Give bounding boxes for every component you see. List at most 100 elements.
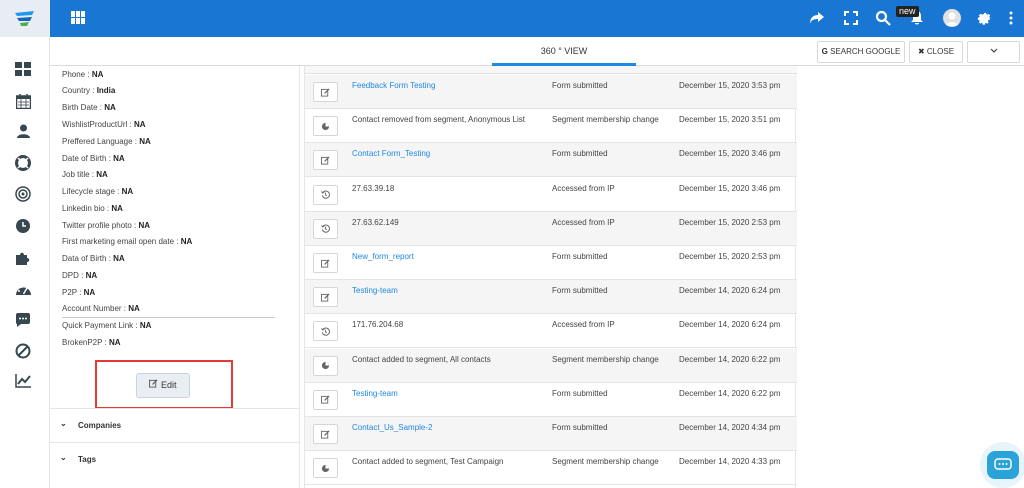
- gear-icon[interactable]: [975, 9, 993, 27]
- new-badge: new: [896, 6, 919, 17]
- activity-row: New_form_report Form submitted December 15…: [305, 246, 797, 280]
- activity-link[interactable]: Feedback Form Testing: [352, 81, 435, 90]
- activity-type: Form submitted: [552, 252, 608, 261]
- chat-icon[interactable]: [14, 311, 32, 329]
- tags-accordion[interactable]: ⌄ Tags: [50, 442, 300, 476]
- avatar[interactable]: [943, 9, 961, 27]
- list-top-edge: [305, 66, 797, 74]
- activity-date: December 15, 2020 2:53 pm: [679, 217, 781, 227]
- activity-row: Contact added to segment, All contacts Se…: [305, 348, 797, 383]
- activity-description: 171.76.204.68: [352, 320, 404, 330]
- activity-type: Segment membership change: [552, 354, 659, 364]
- companies-label: Companies: [78, 421, 122, 430]
- history-icon: [313, 218, 338, 239]
- tags-label: Tags: [78, 455, 97, 464]
- field-data-of-birth: Data of Birth : NA: [62, 254, 125, 263]
- edit-icon: [313, 82, 338, 102]
- activity-type: Form submitted: [552, 81, 608, 90]
- google-icon: G: [821, 47, 828, 56]
- history-icon: [313, 184, 338, 205]
- puzzle-icon[interactable]: [14, 249, 32, 267]
- activity-row: Contact added to segment, Test Campaign S…: [305, 451, 797, 486]
- target-icon[interactable]: [14, 185, 32, 203]
- activity-type: Form submitted: [552, 388, 608, 398]
- clock-icon[interactable]: [14, 217, 32, 235]
- top-bar: new: [0, 0, 1024, 37]
- edit-icon: [313, 150, 338, 171]
- activity-type: Segment membership change: [552, 457, 659, 467]
- activity-date: December 14, 2020 4:33 pm: [679, 457, 781, 467]
- history-icon: [313, 321, 338, 342]
- fullscreen-icon[interactable]: [842, 9, 860, 27]
- field-account-number: Account Number : NA: [62, 304, 140, 313]
- calendar-icon[interactable]: [14, 92, 32, 110]
- activity-link[interactable]: Contact_Us_Sample-2: [352, 423, 432, 432]
- expand-dropdown-button[interactable]: [967, 41, 1020, 63]
- activity-row: Contact removed from segment, Anonymous …: [305, 109, 797, 144]
- block-icon[interactable]: [14, 342, 32, 360]
- activity-date: December 15, 2020 3:53 pm: [679, 81, 781, 90]
- edit-icon: [313, 253, 338, 273]
- segment-icon: [313, 355, 338, 376]
- more-vertical-icon[interactable]: [1002, 9, 1020, 27]
- app-grid-icon[interactable]: [71, 11, 87, 25]
- divider: [62, 317, 275, 318]
- activity-row: 27.63.62.149 Accessed from IP December 15,…: [305, 211, 797, 246]
- close-icon: ✖: [917, 47, 925, 56]
- segment-icon: [313, 458, 338, 479]
- search-google-label: SEARCH GOOGLE: [830, 47, 901, 56]
- field-preferred-language: Preffered Language : NA: [62, 137, 151, 146]
- chevron-down-icon: ⌄: [60, 419, 67, 428]
- logo-icon: [15, 10, 34, 26]
- activity-description: Contact added to segment, All contacts: [352, 354, 491, 364]
- activity-link[interactable]: New_form_report: [352, 252, 414, 261]
- activity-date: December 15, 2020 3:46 pm: [679, 149, 781, 159]
- activity-type: Segment membership change: [552, 115, 659, 125]
- field-country: Country : India: [62, 86, 116, 95]
- field-phone: Phone : NA: [62, 70, 104, 79]
- activity-date: December 14, 2020 6:22 pm: [679, 388, 781, 398]
- chevron-down-icon: [990, 48, 997, 53]
- left-nav: [0, 37, 50, 488]
- activity-link[interactable]: Testing-team: [352, 389, 398, 398]
- tab-360-view[interactable]: 360 ° VIEW: [492, 37, 636, 66]
- field-first-email-open: First marketing email open date : NA: [62, 237, 193, 246]
- field-dpd: DPD : NA: [62, 271, 98, 280]
- field-p2p: P2P : NA: [62, 288, 96, 297]
- activity-row: Contact_Us_Sample-2 Form submitted Decembe…: [305, 417, 797, 451]
- activity-description: 27.63.62.149: [352, 217, 399, 227]
- activity-link[interactable]: Testing-team: [352, 286, 398, 295]
- activity-row: Testing-team Form submitted December 14, 2…: [305, 280, 797, 315]
- field-linkedin-bio: Linkedin bio : NA: [62, 204, 123, 213]
- dashboard-icon[interactable]: [14, 60, 32, 78]
- chat-widget-button[interactable]: [980, 442, 1024, 488]
- chevron-down-icon: ⌄: [60, 453, 67, 462]
- activity-type: Form submitted: [552, 423, 608, 432]
- companies-accordion[interactable]: ⌄ Companies: [50, 408, 300, 442]
- field-twitter-photo: Twitter profile photo : NA: [62, 221, 151, 230]
- chat-bubble-icon: [987, 451, 1019, 479]
- activity-link[interactable]: Contact Form_Testing: [352, 149, 430, 158]
- edit-icon: [149, 379, 158, 388]
- search-icon[interactable]: [874, 9, 892, 27]
- line-chart-icon[interactable]: [14, 371, 32, 389]
- close-button[interactable]: ✖ CLOSE: [909, 41, 963, 63]
- app-logo[interactable]: [0, 0, 50, 37]
- activity-type: Form submitted: [552, 286, 608, 296]
- activity-type: Accessed from IP: [552, 183, 615, 193]
- segment-icon: [313, 116, 338, 137]
- user-icon[interactable]: [14, 122, 32, 140]
- support-icon[interactable]: [14, 154, 32, 172]
- edit-button[interactable]: Edit: [136, 373, 190, 398]
- field-lifecycle-stage: Lifecycle stage : NA: [62, 187, 134, 196]
- share-icon[interactable]: [808, 9, 826, 27]
- activity-timeline: Feedback Form Testing Form submitted Decem…: [304, 66, 797, 488]
- search-google-button[interactable]: G SEARCH GOOGLE: [817, 41, 905, 63]
- sub-header: 360 ° VIEW G SEARCH GOOGLE ✖ CLOSE: [50, 37, 1024, 66]
- gauge-icon[interactable]: [14, 280, 32, 298]
- activity-date: December 14, 2020 6:24 pm: [679, 320, 781, 330]
- activity-date: December 14, 2020 4:34 pm: [679, 423, 781, 432]
- close-label: CLOSE: [926, 47, 955, 56]
- edit-icon: [313, 389, 338, 410]
- field-wishlist-url: WishlistProductUrl : NA: [62, 120, 146, 129]
